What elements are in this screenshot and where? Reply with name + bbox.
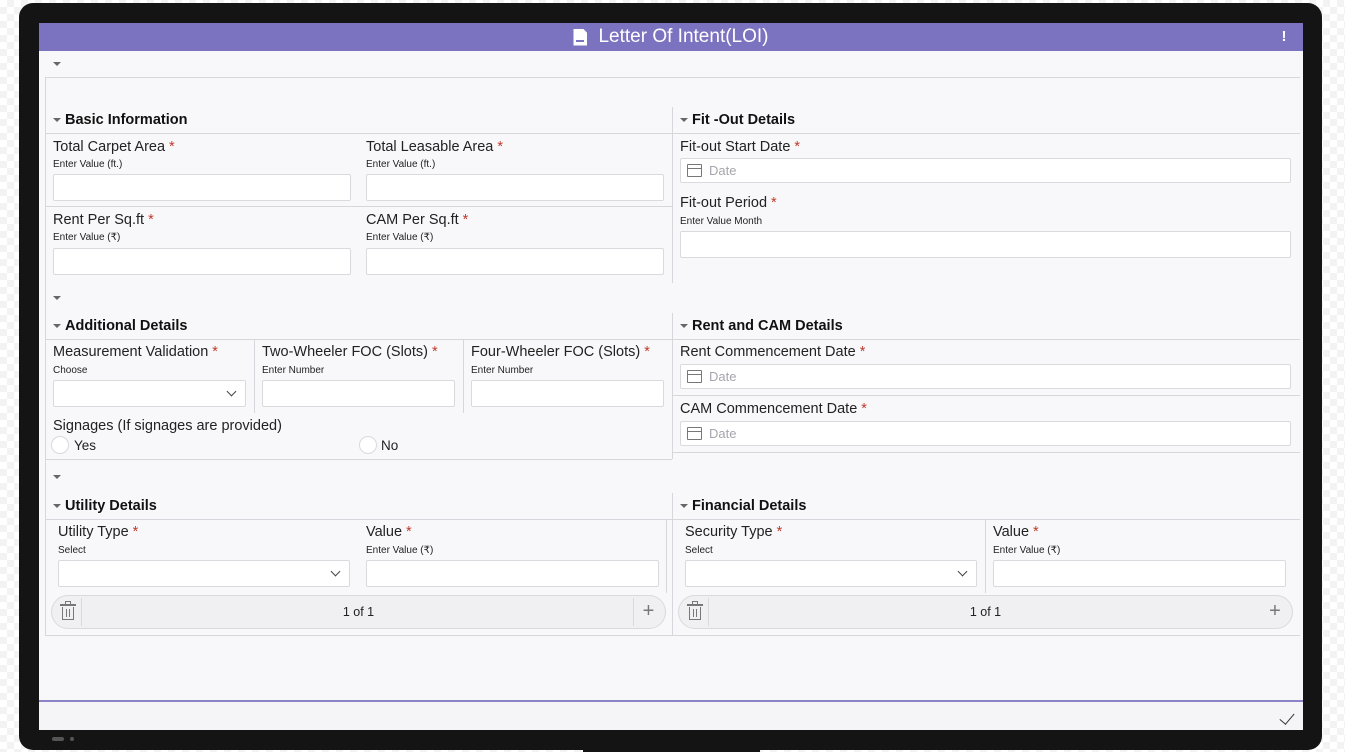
divider — [672, 452, 1300, 453]
fit-out-details-header[interactable]: Fit -Out Details — [678, 111, 795, 129]
total-leasable-area-hint: Enter Value (ft.) — [366, 159, 436, 170]
financial-details-header[interactable]: Financial Details — [678, 497, 806, 515]
divider — [45, 206, 672, 207]
alert-icon[interactable]: ! — [1275, 28, 1293, 46]
divider — [45, 77, 46, 636]
signages-no-radio[interactable] — [359, 436, 377, 454]
divider — [672, 339, 1300, 340]
total-leasable-area-label: Total Leasable Area * — [366, 139, 504, 155]
chevron-down-icon — [226, 386, 237, 397]
utility-details-header[interactable]: Utility Details — [51, 497, 157, 515]
signages-yes-label[interactable]: Yes — [74, 438, 96, 454]
date-placeholder: Date — [709, 163, 737, 178]
security-type-select[interactable] — [685, 560, 977, 587]
rent-commencement-date-picker[interactable]: Date — [680, 364, 1291, 389]
total-carpet-area-label: Total Carpet Area * — [53, 139, 175, 155]
financial-value-label: Value * — [993, 524, 1039, 540]
financial-value-hint: Enter Value (₹) — [993, 545, 1061, 556]
app-screen: Letter Of Intent(LOI) ! Basic Informatio… — [39, 23, 1303, 730]
two-wheeler-label: Two-Wheeler FOC (Slots) * — [262, 344, 438, 360]
divider — [672, 493, 673, 636]
cam-per-sqft-hint: Enter Value (₹) — [366, 232, 434, 243]
fit-out-period-input[interactable] — [680, 231, 1291, 258]
signages-label: Signages (If signages are provided) — [53, 418, 282, 434]
chevron-down-icon — [330, 566, 341, 577]
utility-pager: 1 of 1 + — [51, 595, 666, 629]
fit-out-period-label: Fit-out Period * — [680, 195, 777, 211]
rent-per-sqft-hint: Enter Value (₹) — [53, 232, 121, 243]
calendar-icon — [687, 164, 702, 177]
date-placeholder: Date — [709, 369, 737, 384]
calendar-icon — [687, 427, 702, 440]
four-wheeler-input[interactable] — [471, 380, 664, 407]
utility-value-label: Value * — [366, 524, 412, 540]
rent-per-sqft-label: Rent Per Sq.ft * — [53, 212, 154, 228]
measurement-validation-select[interactable] — [53, 380, 246, 407]
financial-value-input[interactable] — [993, 560, 1286, 587]
divider — [985, 519, 986, 593]
collapse-toggle-row-1[interactable] — [52, 59, 62, 69]
divider — [45, 459, 672, 460]
divider — [672, 313, 673, 459]
divider — [672, 133, 1300, 134]
device-bottom-bar — [583, 748, 760, 752]
cam-per-sqft-label: CAM Per Sq.ft * — [366, 212, 469, 228]
divider — [45, 519, 672, 520]
signages-yes-radio[interactable] — [51, 436, 69, 454]
utility-add-button[interactable]: + — [633, 598, 663, 626]
rent-per-sqft-input[interactable] — [53, 248, 351, 275]
utility-type-select[interactable] — [58, 560, 350, 587]
document-icon — [573, 28, 588, 46]
title-bar: Letter Of Intent(LOI) ! — [39, 23, 1303, 51]
signages-no-label[interactable]: No — [381, 438, 398, 454]
basic-information-header[interactable]: Basic Information — [51, 111, 187, 129]
cam-commencement-label: CAM Commencement Date * — [680, 401, 867, 417]
divider — [45, 635, 1300, 636]
financial-add-button[interactable]: + — [1260, 598, 1290, 626]
four-wheeler-hint: Enter Number — [471, 365, 534, 376]
divider — [45, 339, 672, 340]
fit-out-start-date-label: Fit-out Start Date * — [680, 139, 801, 155]
cam-commencement-date-picker[interactable]: Date — [680, 421, 1291, 446]
divider — [45, 77, 1300, 78]
security-type-hint: Select — [685, 545, 713, 556]
cam-per-sqft-input[interactable] — [366, 248, 664, 275]
security-type-label: Security Type * — [685, 524, 783, 540]
chevron-down-icon — [957, 566, 968, 577]
date-placeholder: Date — [709, 426, 737, 441]
utility-type-label: Utility Type * — [58, 524, 139, 540]
measurement-validation-label: Measurement Validation * — [53, 344, 218, 360]
collapse-toggle-row-2[interactable] — [52, 293, 62, 303]
divider — [672, 395, 1300, 396]
additional-details-header[interactable]: Additional Details — [51, 317, 187, 335]
two-wheeler-hint: Enter Number — [262, 365, 325, 376]
footer-bar — [39, 700, 1303, 730]
two-wheeler-input[interactable] — [262, 380, 455, 407]
calendar-icon — [687, 370, 702, 383]
rent-commencement-label: Rent Commencement Date * — [680, 344, 866, 360]
collapse-toggle-row-3[interactable] — [52, 472, 62, 482]
rent-cam-details-header[interactable]: Rent and CAM Details — [678, 317, 843, 335]
utility-value-input[interactable] — [366, 560, 659, 587]
financial-page-count: 1 of 1 — [969, 605, 1002, 619]
page-title: Letter Of Intent(LOI) — [598, 26, 769, 47]
total-carpet-area-hint: Enter Value (ft.) — [53, 159, 123, 170]
fit-out-period-hint: Enter Value Month — [680, 216, 763, 227]
divider — [254, 339, 255, 413]
divider — [666, 519, 667, 593]
total-leasable-area-input[interactable] — [366, 174, 664, 201]
checkmark-icon[interactable] — [1279, 709, 1295, 725]
utility-page-count: 1 of 1 — [342, 605, 375, 619]
financial-pager: 1 of 1 + — [678, 595, 1293, 629]
divider — [45, 133, 672, 134]
four-wheeler-label: Four-Wheeler FOC (Slots) * — [471, 344, 650, 360]
measurement-validation-hint: Choose — [53, 365, 88, 376]
utility-value-hint: Enter Value (₹) — [366, 545, 434, 556]
utility-type-hint: Select — [58, 545, 86, 556]
fit-out-start-date-picker[interactable]: Date — [680, 158, 1291, 183]
divider — [463, 339, 464, 413]
total-carpet-area-input[interactable] — [53, 174, 351, 201]
divider — [672, 519, 1300, 520]
